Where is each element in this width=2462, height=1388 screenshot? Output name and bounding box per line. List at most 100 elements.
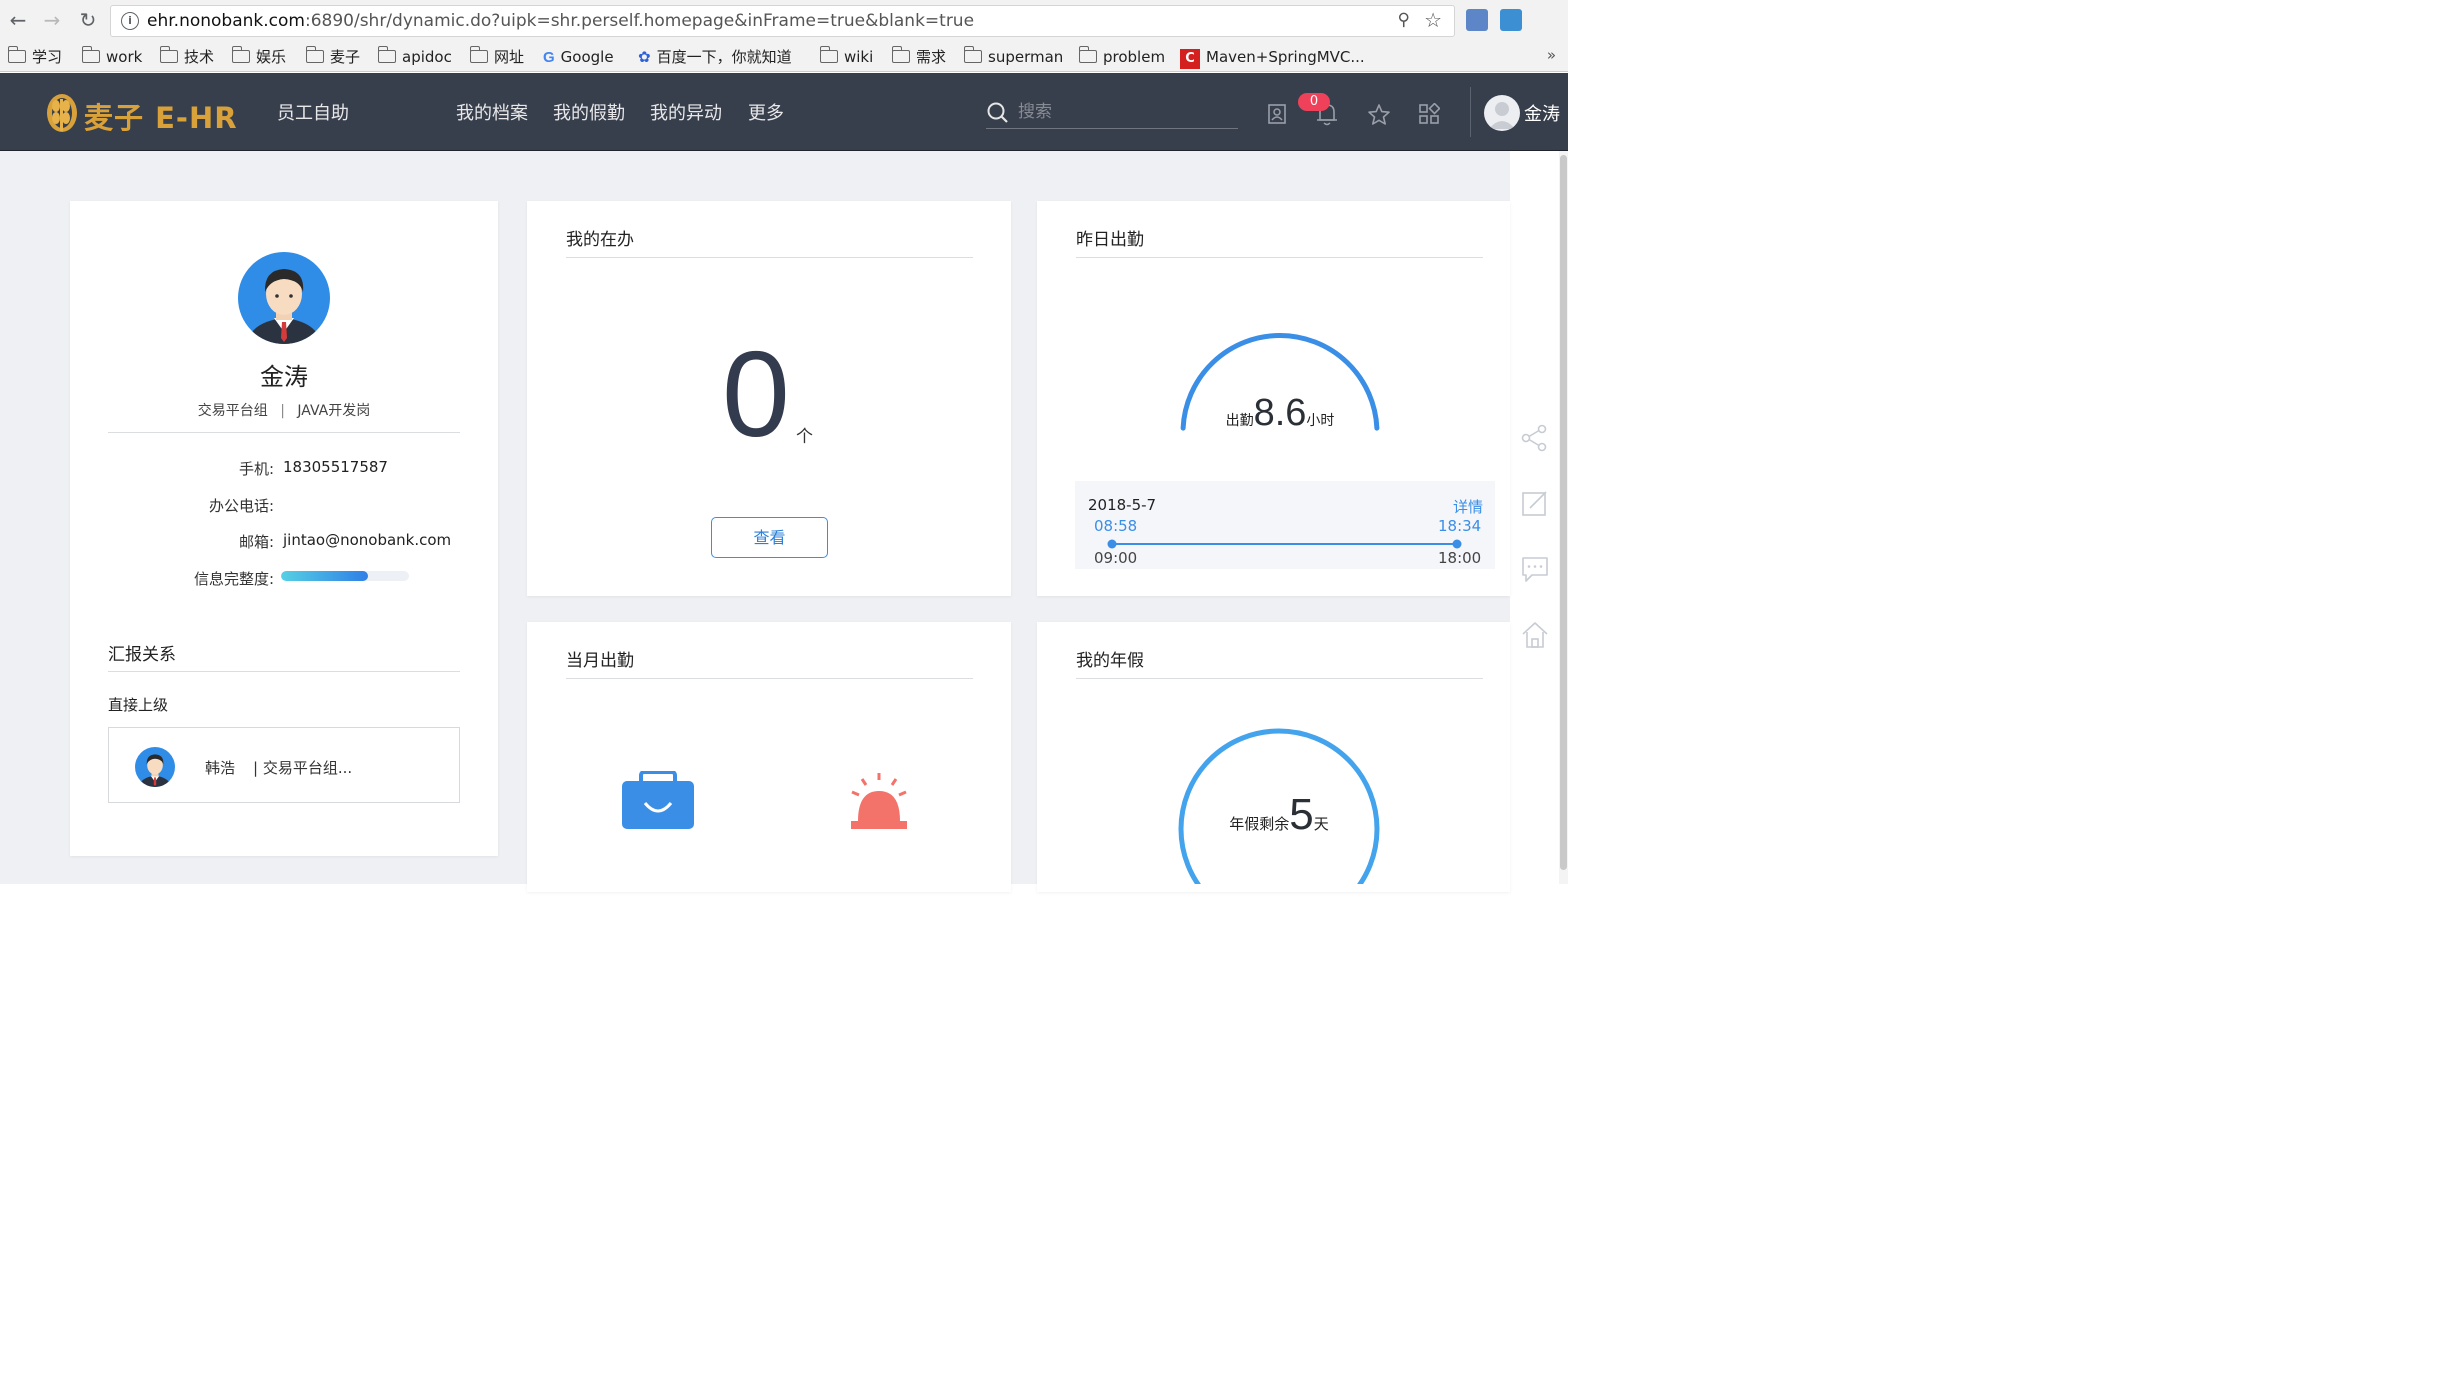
reporting-title: 汇报关系	[108, 645, 176, 665]
attendance-hours-display: 出勤8.6小时	[1176, 392, 1384, 435]
bookmark-label: apidoc	[402, 48, 452, 66]
bookmark-label: 娱乐	[256, 48, 287, 66]
divider	[1076, 257, 1483, 258]
home-icon[interactable]	[1520, 620, 1550, 650]
folder-icon	[469, 46, 488, 63]
bookmark-item[interactable]: ✿ 百度一下，你就知道	[638, 46, 792, 68]
view-button[interactable]: 查看	[711, 517, 828, 558]
folder-icon	[81, 46, 100, 63]
bookmark-star-icon[interactable]: ☆	[1424, 8, 1442, 32]
folder-icon	[7, 46, 26, 63]
bookmark-item[interactable]: apidoc	[377, 46, 452, 68]
share-icon[interactable]	[1520, 423, 1550, 453]
annual-leave-unit: 天	[1313, 815, 1329, 833]
bookmark-label: superman	[988, 48, 1064, 66]
bookmark-item[interactable]: 技术	[159, 46, 215, 68]
office-phone-label: 办公电话:	[208, 497, 274, 515]
profile-name: 金涛	[260, 363, 308, 391]
edit-icon[interactable]	[1520, 488, 1550, 518]
folder-icon	[377, 46, 396, 63]
apps-grid-icon[interactable]	[1418, 103, 1440, 125]
bookmark-item[interactable]: problem	[1078, 46, 1165, 68]
briefcase-icon[interactable]	[621, 771, 695, 831]
reload-icon[interactable]: ↻	[76, 8, 100, 32]
key-icon[interactable]: ⚲	[1398, 10, 1410, 30]
divider	[566, 678, 973, 679]
bookmark-label: Google	[560, 48, 614, 66]
attendance-detail-link[interactable]: 详情	[1453, 496, 1483, 517]
bookmark-item[interactable]: work	[81, 46, 142, 68]
header-user-name[interactable]: 金涛	[1524, 100, 1560, 126]
attendance-date: 2018-5-7	[1088, 496, 1157, 514]
folder-icon	[231, 46, 250, 63]
folder-icon	[159, 46, 178, 63]
bookmark-item[interactable]: wiki	[819, 46, 874, 68]
email-label: 邮箱:	[238, 533, 274, 551]
bookmark-item[interactable]: 麦子	[305, 46, 360, 68]
superior-department: | 交易平台组...	[253, 759, 353, 777]
annual-leave-label: 年假剩余	[1229, 815, 1290, 833]
todo-unit: 个	[796, 427, 813, 447]
annual-leave-days: 5	[1289, 790, 1314, 839]
star-icon[interactable]	[1367, 103, 1391, 127]
bookmark-label: 技术	[184, 48, 215, 66]
site-info-icon[interactable]: i	[121, 12, 139, 30]
extension-icon[interactable]	[1500, 9, 1522, 31]
nav-my-attendance[interactable]: 我的假勤	[553, 99, 625, 125]
bookmark-item[interactable]: 需求	[891, 46, 947, 68]
logo-text: 麦子 E-HR	[84, 101, 238, 135]
shift-end-time: 18:00	[1438, 549, 1482, 567]
completeness-progress-bar	[281, 571, 409, 581]
superior-card[interactable]: 韩浩 | 交易平台组...	[108, 727, 460, 803]
bookmark-label: 需求	[916, 48, 947, 66]
address-bar[interactable]: i ehr.nonobank.com:6890/shr/dynamic.do?u…	[110, 5, 1455, 37]
search-input[interactable]	[1018, 97, 1228, 127]
profile-avatar	[238, 252, 330, 344]
forward-icon[interactable]: →	[40, 8, 64, 32]
contact-card-icon[interactable]	[1266, 103, 1288, 125]
nav-employee-self-service[interactable]: 员工自助	[277, 99, 349, 125]
timeline-end-dot	[1452, 539, 1462, 549]
extension-icon[interactable]	[1466, 9, 1488, 31]
bookmark-label: 学习	[32, 48, 63, 66]
avatar[interactable]	[1484, 95, 1520, 131]
bookmark-label: 网址	[494, 48, 525, 66]
annual-leave-title: 我的年假	[1076, 651, 1144, 671]
nav-more[interactable]: 更多	[748, 99, 784, 125]
timeline-start-dot	[1107, 539, 1117, 549]
bookmark-item[interactable]: C Maven+SpringMVC...	[1180, 46, 1365, 69]
bookmarks-bar: 学习 work 技术 娱乐 麦子 apidoc 网址 G Google ✿ 百度一下…	[0, 42, 1568, 72]
url-text[interactable]: ehr.nonobank.com:6890/shr/dynamic.do?uip…	[147, 11, 974, 31]
bookmark-label: Maven+SpringMVC...	[1206, 48, 1365, 66]
bookmark-item[interactable]: 学习	[7, 46, 63, 68]
alarm-light-icon[interactable]	[848, 771, 910, 831]
bookmark-label: wiki	[844, 48, 874, 66]
message-icon[interactable]	[1520, 554, 1550, 584]
bookmark-item[interactable]: 娱乐	[231, 46, 287, 68]
bookmark-item[interactable]: 网址	[469, 46, 525, 68]
todo-title: 我的在办	[566, 230, 634, 250]
nav-my-changes[interactable]: 我的异动	[650, 99, 722, 125]
profile-department: 交易平台组	[197, 403, 268, 419]
divider	[566, 257, 973, 258]
bookmark-label: 百度一下，你就知道	[656, 48, 792, 66]
back-icon[interactable]: ←	[6, 8, 30, 32]
attendance-unit: 小时	[1306, 413, 1335, 429]
browser-toolbar: ← → ↻ i ehr.nonobank.com:6890/shr/dynami…	[0, 0, 1568, 42]
google-icon: G	[543, 49, 555, 66]
url-host: ehr.nonobank.com	[147, 11, 305, 31]
search-icon[interactable]	[986, 101, 1010, 125]
month-attendance-title: 当月出勤	[566, 651, 634, 671]
nav-my-profile[interactable]: 我的档案	[456, 99, 528, 125]
bookmark-item[interactable]: superman	[963, 46, 1064, 68]
superior-name: 韩浩	[205, 759, 236, 777]
logo[interactable]: 麦子 E-HR	[44, 91, 244, 135]
folder-icon	[305, 46, 324, 63]
user-avatar-icon	[1489, 102, 1515, 129]
notification-badge: 0	[1298, 93, 1330, 111]
bookmark-item[interactable]: G Google	[543, 46, 614, 68]
bookmarks-overflow-icon[interactable]: »	[1547, 46, 1556, 64]
profile-position: JAVA开发岗	[297, 403, 371, 419]
email-value[interactable]: jintao@nonobank.com	[283, 531, 451, 549]
scrollbar-thumb[interactable]	[1560, 155, 1567, 870]
